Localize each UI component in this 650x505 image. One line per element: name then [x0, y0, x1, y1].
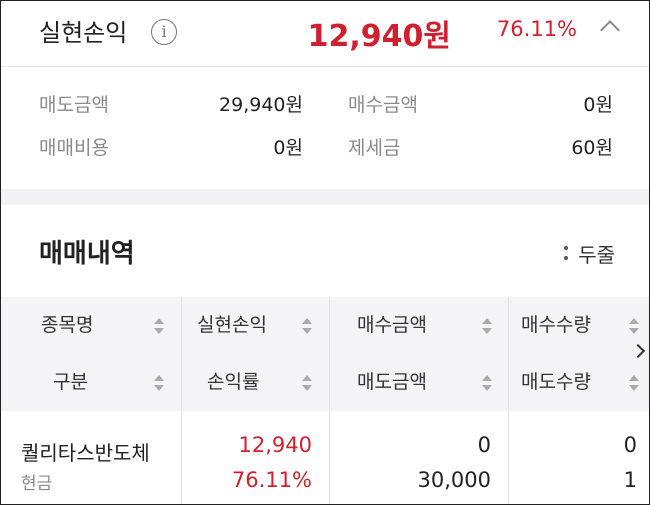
row-sell-amount: 30,000 — [417, 468, 491, 492]
summary-details: 매도금액 29,940원 매수금액 0원 매매비용 0원 제세금 60원 — [1, 67, 649, 189]
table-row[interactable]: 퀄리타스반도체 현금 12,940 76.11% 0 30,000 0 1 — [1, 411, 649, 504]
sort-icon[interactable] — [154, 375, 164, 391]
two-line-icon — [564, 246, 569, 260]
two-line-label: 두줄 — [578, 243, 615, 267]
chevron-up-icon[interactable] — [600, 20, 620, 40]
trade-cost-value: 0원 — [273, 137, 303, 159]
trade-history-title: 매매내역 — [39, 239, 135, 269]
two-line-view-toggle[interactable]: 두줄 — [564, 239, 615, 268]
info-icon[interactable]: i — [151, 19, 177, 45]
row-buy-qty: 0 — [623, 433, 637, 457]
section-divider — [1, 189, 649, 205]
header-buy-amount[interactable]: 매수금액 — [357, 297, 427, 354]
header-stock-name[interactable]: 종목명 — [41, 297, 93, 354]
sort-icon[interactable] — [629, 318, 639, 334]
sort-icon[interactable] — [482, 375, 492, 391]
sort-icon[interactable] — [629, 375, 639, 391]
header-sell-amount[interactable]: 매도금액 — [357, 354, 427, 411]
row-pnl-rate: 76.11% — [231, 468, 312, 492]
buy-amount-label: 매수금액 — [348, 94, 418, 116]
sell-amount-label: 매도금액 — [39, 94, 109, 116]
tax-value: 60원 — [571, 137, 613, 159]
sell-amount-value: 29,940원 — [219, 94, 303, 116]
sort-icon[interactable] — [154, 318, 164, 334]
row-sell-qty: 1 — [623, 468, 637, 492]
table-header: 종목명 실현손익 매수금액 매수수량 구분 손익률 매도금액 매도수량 — [1, 297, 649, 411]
order-type: 현금 — [21, 474, 53, 494]
summary-title: 실현손익 — [39, 19, 128, 47]
row-buy-amount: 0 — [477, 433, 491, 457]
buy-amount-value: 0원 — [583, 94, 613, 116]
header-type[interactable]: 구분 — [53, 354, 88, 411]
summary-header[interactable]: 실현손익 i 12,940원 76.11% — [1, 1, 649, 67]
realized-pnl-rate: 76.11% — [496, 17, 577, 41]
realized-pnl-amount: 12,940원 — [307, 19, 451, 54]
header-sell-qty[interactable]: 매도수량 — [521, 354, 591, 411]
header-buy-qty[interactable]: 매수수량 — [521, 297, 591, 354]
trade-cost-label: 매매비용 — [39, 137, 109, 159]
tax-label: 제세금 — [348, 137, 401, 159]
sort-icon[interactable] — [482, 318, 492, 334]
sort-icon[interactable] — [302, 318, 312, 334]
sort-icon[interactable] — [302, 375, 312, 391]
header-realized-pnl[interactable]: 실현손익 — [197, 297, 267, 354]
header-pnl-rate[interactable]: 손익률 — [207, 354, 259, 411]
row-realized-pnl: 12,940 — [238, 433, 312, 457]
stock-name: 퀄리타스반도체 — [21, 441, 150, 465]
realized-pnl-screen: 실현손익 i 12,940원 76.11% 매도금액 29,940원 매수금액 … — [0, 0, 650, 505]
